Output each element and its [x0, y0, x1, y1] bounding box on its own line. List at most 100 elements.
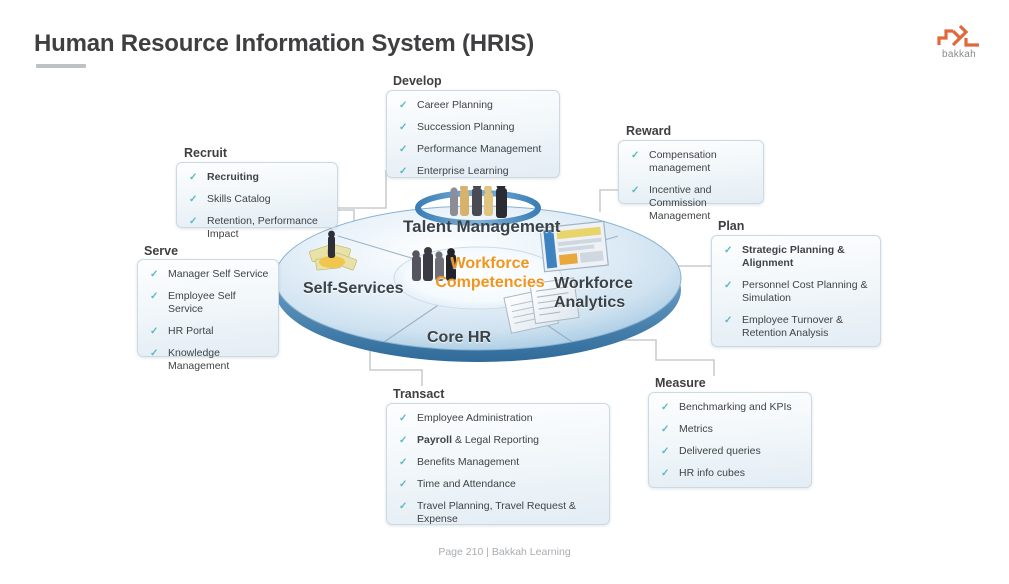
box-item-label: Manager Self Service — [168, 268, 269, 280]
box-item-label: Delivered queries — [679, 445, 761, 457]
box-plan-list: ✓ Strategic Planning & Alignment ✓ Personne… — [712, 236, 880, 348]
box-measure-item: ✓ Benchmarking and KPIs — [659, 401, 803, 414]
box-item-label: Enterprise Learning — [417, 165, 509, 177]
box-title-reward: Reward — [626, 124, 672, 138]
box-item-label: Career Planning — [417, 99, 493, 111]
box-transact[interactable]: ✓ Employee Administration ✓ Payroll & Legal… — [386, 403, 610, 525]
box-item-label: Performance Management — [417, 143, 542, 155]
box-serve-item: ✓ Manager Self Service — [148, 268, 270, 281]
box-develop-item: ✓ Succession Planning — [397, 121, 551, 134]
check-icon: ✓ — [399, 100, 408, 111]
footer-text: Page 210 | Bakkah Learning — [438, 546, 571, 558]
check-icon: ✓ — [399, 501, 408, 512]
check-icon: ✓ — [399, 457, 408, 468]
check-icon: ✓ — [150, 291, 159, 302]
box-reward[interactable]: ✓ Compensation management ✓ Incentive and C… — [618, 140, 764, 222]
box-plan-item: ✓ Employee Turnover & Retention Analysis — [722, 314, 872, 340]
box-recruit[interactable]: ✓ Recruiting ✓ Skills Catalog ✓ Retention, Pe… — [176, 162, 338, 240]
box-develop-item: ✓ Performance Management — [397, 143, 551, 156]
box-serve-item: ✓ Employee Self Service — [148, 290, 270, 316]
box-item-label: Skills Catalog — [207, 193, 271, 205]
box-transact-item: ✓ Travel Planning, Travel Request & Expen… — [397, 500, 601, 526]
disc-label-workforce-analytics: Workforce Analytics — [554, 274, 633, 312]
box-reward-item: ✓ Compensation management — [629, 149, 755, 175]
box-develop-item: ✓ Career Planning — [397, 99, 551, 112]
box-title-transact: Transact — [393, 387, 445, 401]
disc-label-workforce-analytics-line2: Analytics — [554, 294, 626, 311]
box-item-label: Knowledge Management — [168, 347, 230, 372]
box-item-label: HR info cubes — [679, 467, 745, 479]
center-label-line2: Competencies — [435, 274, 545, 291]
box-item-label: Time and Attendance — [417, 478, 516, 490]
box-title-recruit: Recruit — [184, 146, 228, 160]
box-transact-item: ✓ Payroll & Legal Reporting — [397, 434, 601, 447]
slide-canvas: Human Resource Information System (HRIS)… — [0, 0, 1009, 584]
disc-label-self-services: Self-Services — [303, 280, 404, 297]
box-develop-list: ✓ Career Planning ✓ Succession Planning ✓ Per… — [387, 91, 559, 186]
box-title-plan: Plan — [718, 219, 745, 233]
box-measure-item: ✓ Delivered queries — [659, 445, 803, 458]
disc-label-talent-management: Talent Management — [403, 217, 561, 236]
box-measure-list: ✓ Benchmarking and KPIs ✓ Metrics ✓ Delivered… — [649, 393, 811, 488]
box-measure-item: ✓ Metrics — [659, 423, 803, 436]
box-item-label: Strategic Planning & Alignment — [742, 244, 845, 269]
check-icon: ✓ — [631, 185, 640, 196]
box-item-label: Succession Planning — [417, 121, 515, 133]
box-item-label: Recruiting — [207, 171, 259, 183]
box-item-label: HR Portal — [168, 325, 214, 337]
box-plan-item: ✓ Strategic Planning & Alignment — [722, 244, 872, 270]
bakkah-logo-icon — [937, 24, 979, 47]
check-icon: ✓ — [189, 172, 198, 183]
check-icon: ✓ — [150, 269, 159, 280]
box-item-label-emphasis: Payroll — [417, 434, 453, 446]
box-transact-list: ✓ Employee Administration ✓ Payroll & Legal… — [387, 404, 609, 534]
check-icon: ✓ — [399, 435, 408, 446]
check-icon: ✓ — [724, 245, 733, 256]
check-icon: ✓ — [150, 326, 159, 337]
box-serve-item: ✓ Knowledge Management — [148, 347, 270, 373]
box-measure[interactable]: ✓ Benchmarking and KPIs ✓ Metrics ✓ Delivered… — [648, 392, 812, 488]
check-icon: ✓ — [399, 122, 408, 133]
box-title-develop: Develop — [393, 74, 442, 88]
box-serve-item: ✓ HR Portal — [148, 325, 270, 338]
box-recruit-item: ✓ Retention, Performance Impact — [187, 215, 329, 241]
box-transact-item: ✓ Time and Attendance — [397, 478, 601, 491]
check-icon: ✓ — [399, 144, 408, 155]
check-icon: ✓ — [631, 150, 640, 161]
box-item-label: Payroll & Legal Reporting — [417, 434, 540, 446]
box-item-label: Benchmarking and KPIs — [679, 401, 792, 413]
box-serve[interactable]: ✓ Manager Self Service ✓ Employee Self Serv… — [137, 259, 279, 372]
check-icon: ✓ — [724, 315, 733, 326]
title-underline-rule — [36, 64, 86, 68]
check-icon: ✓ — [399, 413, 408, 424]
box-recruit-item: ✓ Skills Catalog — [187, 193, 329, 206]
box-plan[interactable]: ✓ Strategic Planning & Alignment ✓ Personne… — [711, 235, 881, 347]
box-recruit-list: ✓ Recruiting ✓ Skills Catalog ✓ Retention, Pe… — [177, 163, 337, 249]
check-icon: ✓ — [150, 348, 159, 359]
check-icon: ✓ — [399, 479, 408, 490]
box-recruit-item: ✓ Recruiting — [187, 171, 329, 184]
box-transact-item: ✓ Benefits Management — [397, 456, 601, 469]
check-icon: ✓ — [661, 468, 670, 479]
check-icon: ✓ — [189, 194, 198, 205]
box-title-measure: Measure — [655, 376, 706, 390]
box-reward-list: ✓ Compensation management ✓ Incentive and C… — [619, 141, 763, 231]
check-icon: ✓ — [661, 446, 670, 457]
box-measure-item: ✓ HR info cubes — [659, 467, 803, 480]
check-icon: ✓ — [661, 402, 670, 413]
box-title-serve: Serve — [144, 244, 179, 258]
box-item-label: Metrics — [679, 423, 713, 435]
page-title: Human Resource Information System (HRIS) — [34, 30, 535, 57]
bakkah-logo: bakkah — [928, 22, 990, 64]
check-icon: ✓ — [189, 216, 198, 227]
disc-label-core-hr: Core HR — [427, 329, 492, 346]
box-develop[interactable]: ✓ Career Planning ✓ Succession Planning ✓ Per… — [386, 90, 560, 178]
check-icon: ✓ — [661, 424, 670, 435]
box-reward-item: ✓ Incentive and Commission Management — [629, 184, 755, 223]
disc-label-workforce-analytics-line1: Workforce — [554, 275, 633, 292]
box-serve-list: ✓ Manager Self Service ✓ Employee Self Serv… — [138, 260, 278, 381]
check-icon: ✓ — [399, 166, 408, 177]
box-item-label: Employee Turnover & Retention Analysis — [742, 314, 843, 339]
bakkah-wordmark: bakkah — [941, 49, 977, 60]
box-item-label: Compensation management — [649, 149, 717, 174]
